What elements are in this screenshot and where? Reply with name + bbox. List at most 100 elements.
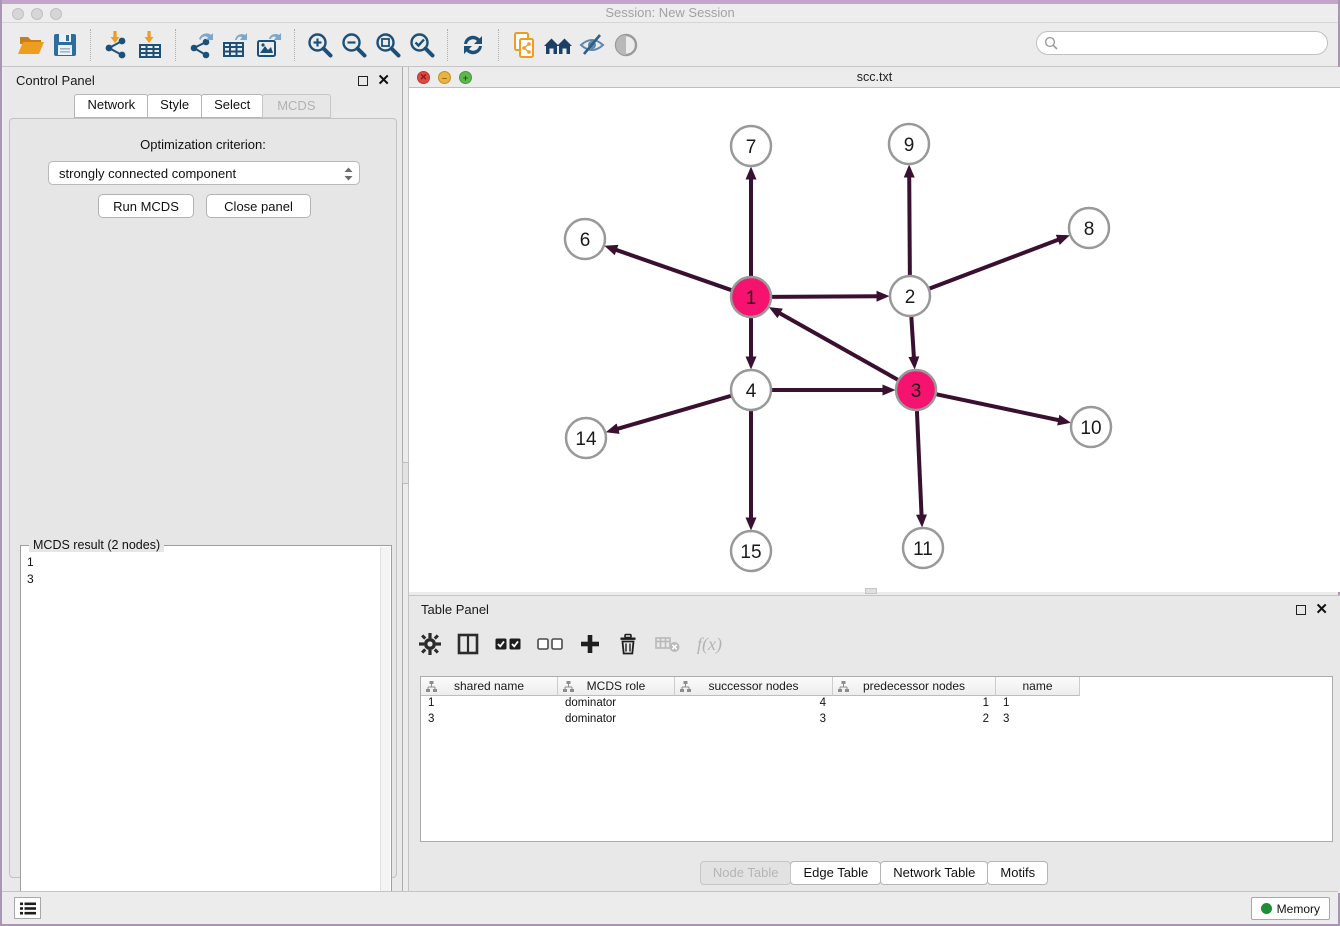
run-mcds-button[interactable]: Run MCDS xyxy=(98,194,194,218)
network-window-buttons: ✕ – + xyxy=(417,71,472,84)
open-session-file-icon[interactable] xyxy=(507,28,541,62)
toolbar-separator xyxy=(498,29,499,61)
zoom-fit-icon[interactable] xyxy=(371,28,405,62)
graph-node-label: 6 xyxy=(580,230,591,251)
column-header-predecessor-nodes[interactable]: predecessor nodes xyxy=(833,677,996,696)
graph-node-label: 7 xyxy=(746,137,757,158)
import-network-icon[interactable] xyxy=(99,28,133,62)
save-session-icon[interactable] xyxy=(48,28,82,62)
edge-2-8[interactable] xyxy=(930,239,1059,288)
mcds-result-group: MCDS result (2 nodes) 13 xyxy=(20,545,392,921)
main-toolbar xyxy=(2,23,1338,67)
result-scrollbar[interactable] xyxy=(380,547,390,919)
table-panel: Table Panel ✕ f(x) shared nameMCDS rol xyxy=(409,595,1340,893)
tab-node-table[interactable]: Node Table xyxy=(700,861,792,885)
table-cell: 2 xyxy=(833,712,996,728)
selected-option: strongly connected component xyxy=(59,166,236,181)
panel-divider-grip[interactable] xyxy=(402,462,409,484)
mcds-result-line: 1 xyxy=(27,554,373,571)
edge-4-14[interactable] xyxy=(617,396,731,429)
node-table[interactable]: shared nameMCDS rolesuccessor nodesprede… xyxy=(420,676,1333,842)
mcds-result-line: 3 xyxy=(27,571,373,588)
close-window-icon[interactable] xyxy=(12,8,24,20)
open-session-icon[interactable] xyxy=(14,28,48,62)
toolbar-separator xyxy=(175,29,176,61)
apply-layout-icon[interactable] xyxy=(456,28,490,62)
graph-node-label: 9 xyxy=(904,135,915,156)
add-column-icon[interactable] xyxy=(579,633,601,655)
table-cell: 4 xyxy=(675,696,833,712)
gear-icon[interactable] xyxy=(419,633,441,655)
tab-style[interactable]: Style xyxy=(147,94,202,118)
close-panel-button[interactable]: Close panel xyxy=(206,194,311,218)
hide-graphics-icon[interactable] xyxy=(575,28,609,62)
tab-network[interactable]: Network xyxy=(74,94,148,118)
table-panel-header: Table Panel ✕ xyxy=(409,596,1340,623)
edge-2-9[interactable] xyxy=(909,176,910,275)
export-image-icon[interactable] xyxy=(252,28,286,62)
table-panel-tabs: Node TableEdge TableNetwork TableMotifs xyxy=(409,861,1340,885)
optimization-criterion-select[interactable]: strongly connected component xyxy=(48,161,360,185)
tab-select[interactable]: Select xyxy=(201,94,263,118)
zoom-out-icon[interactable] xyxy=(337,28,371,62)
tab-motifs[interactable]: Motifs xyxy=(987,861,1048,885)
memory-status-icon xyxy=(1261,903,1272,914)
function-builder-icon: f(x) xyxy=(697,634,722,655)
edge-2-3[interactable] xyxy=(911,317,914,358)
table-cell: 3 xyxy=(421,712,558,728)
search-input[interactable] xyxy=(1036,31,1328,55)
memory-button[interactable]: Memory xyxy=(1251,897,1330,920)
list-icon xyxy=(20,902,36,915)
export-table-icon[interactable] xyxy=(218,28,252,62)
table-row[interactable]: 1dominator411 xyxy=(421,696,1332,712)
edge-3-10[interactable] xyxy=(937,394,1060,420)
zoom-selected-icon[interactable] xyxy=(405,28,439,62)
minimize-network-icon[interactable]: – xyxy=(438,71,451,84)
mcds-result-title: MCDS result (2 nodes) xyxy=(29,538,164,552)
column-header-name[interactable]: name xyxy=(996,677,1080,696)
table-cell: 1 xyxy=(833,696,996,712)
close-table-panel-icon[interactable]: ✕ xyxy=(1315,605,1328,615)
toolbar-separator xyxy=(90,29,91,61)
network-resize-grip[interactable] xyxy=(865,588,877,594)
show-graphics-details-icon[interactable] xyxy=(609,28,643,62)
graph-node-label: 2 xyxy=(905,287,916,308)
titlebar: Session: New Session xyxy=(2,4,1338,23)
edge-1-2[interactable] xyxy=(772,296,878,297)
import-table-icon[interactable] xyxy=(133,28,167,62)
network-canvas[interactable]: 7968124314101511 xyxy=(409,88,1340,592)
mcds-result-list[interactable]: 13 xyxy=(21,552,379,918)
zoom-window-icon[interactable] xyxy=(50,8,62,20)
tab-mcds[interactable]: MCDS xyxy=(262,94,330,118)
task-history-button[interactable] xyxy=(14,897,41,919)
minimize-window-icon[interactable] xyxy=(31,8,43,20)
column-header-successor-nodes[interactable]: successor nodes xyxy=(675,677,833,696)
select-all-icon[interactable] xyxy=(495,637,521,651)
toolbar-separator xyxy=(447,29,448,61)
split-columns-icon[interactable] xyxy=(457,633,479,655)
maximize-network-icon[interactable]: + xyxy=(459,71,472,84)
search-icon xyxy=(1044,36,1058,50)
close-network-icon[interactable]: ✕ xyxy=(417,71,430,84)
tab-edge-table[interactable]: Edge Table xyxy=(790,861,881,885)
window-title: Session: New Session xyxy=(2,4,1338,22)
delete-table-icon xyxy=(655,634,681,654)
close-panel-icon[interactable]: ✕ xyxy=(377,76,390,86)
column-header-MCDS-role[interactable]: MCDS role xyxy=(558,677,675,696)
edge-3-1[interactable] xyxy=(779,313,898,380)
float-panel-icon[interactable] xyxy=(358,76,368,86)
edge-1-6[interactable] xyxy=(615,250,731,291)
delete-icon[interactable] xyxy=(617,633,639,655)
export-network-icon[interactable] xyxy=(184,28,218,62)
macos-traffic-lights[interactable] xyxy=(12,8,62,20)
deselect-all-icon[interactable] xyxy=(537,637,563,651)
zoom-in-icon[interactable] xyxy=(303,28,337,62)
show-all-networks-icon[interactable] xyxy=(541,28,575,62)
table-row[interactable]: 3dominator323 xyxy=(421,712,1332,728)
float-table-panel-icon[interactable] xyxy=(1296,605,1306,615)
tab-network-table[interactable]: Network Table xyxy=(880,861,988,885)
control-panel-tabs: NetworkStyleSelectMCDS xyxy=(4,94,402,118)
column-header-shared-name[interactable]: shared name xyxy=(421,677,558,696)
network-window-title: scc.txt xyxy=(409,67,1340,87)
edge-3-11[interactable] xyxy=(917,411,922,516)
